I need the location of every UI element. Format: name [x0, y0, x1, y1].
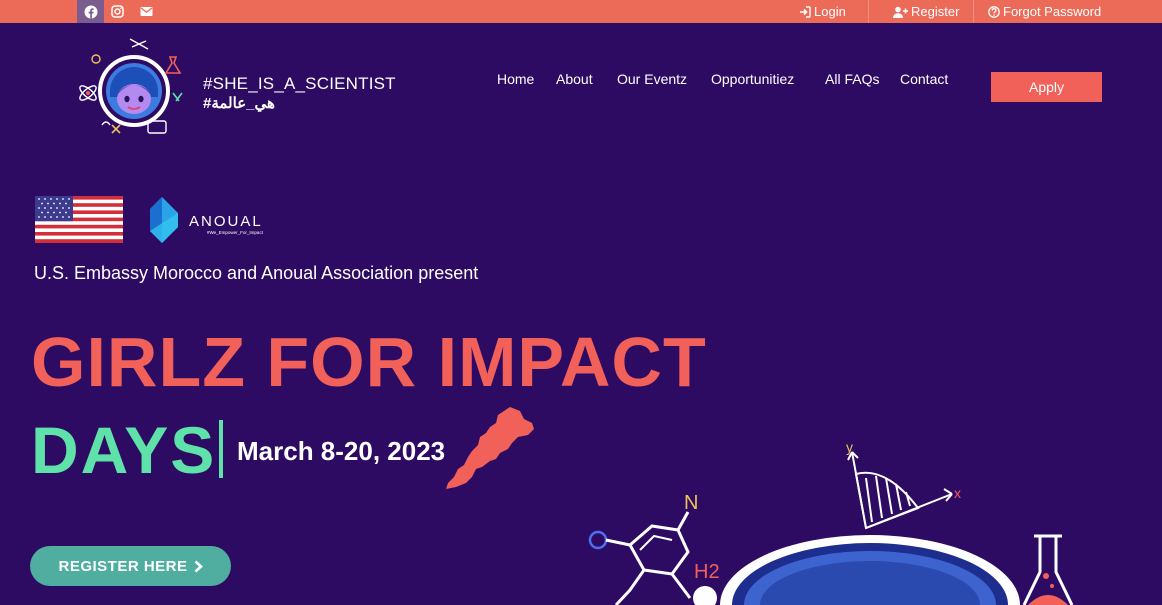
topbar-divider	[973, 0, 974, 23]
apply-button[interactable]: Apply	[991, 72, 1102, 102]
email-link[interactable]	[133, 0, 160, 23]
instagram-link[interactable]	[104, 0, 131, 23]
science-illustration: N H2 y x	[588, 439, 1074, 605]
us-flag-logo	[35, 196, 123, 243]
hero-title-line2: DAYS	[31, 413, 217, 487]
y-axis-label: y	[846, 439, 853, 455]
register-label: Register	[911, 4, 960, 19]
nav-about[interactable]: About	[556, 71, 593, 87]
facebook-icon	[84, 5, 98, 19]
anoual-logo-text: ANOUAL	[189, 213, 263, 230]
event-dates: March 8-20, 2023	[237, 436, 446, 466]
topbar-divider	[868, 0, 869, 23]
brand-name-english: #SHE_IS_A_SCIENTIST	[203, 74, 396, 93]
register-link[interactable]: Register	[893, 0, 959, 23]
nav-contact[interactable]: Contact	[900, 71, 948, 87]
h2-label: H2	[694, 561, 720, 583]
forgot-password-label: Forgot Password	[1003, 4, 1102, 19]
chevron-right-icon	[194, 560, 203, 573]
envelope-icon	[140, 6, 153, 17]
x-axis-label: x	[954, 485, 961, 501]
nav-all-faqs[interactable]: All FAQs	[825, 71, 879, 87]
presenters-line: U.S. Embassy Morocco and Anoual Associat…	[34, 263, 479, 283]
nitrogen-label: N	[684, 492, 698, 514]
morocco-map-illustration	[446, 407, 534, 489]
question-circle-icon	[988, 5, 1000, 18]
title-divider	[219, 420, 223, 478]
facebook-link[interactable]	[77, 0, 104, 23]
she-is-a-scientist-logo[interactable]	[72, 33, 192, 141]
hero-title-line1: GIRLZ FOR IMPACT	[31, 323, 707, 401]
login-label: Login	[814, 4, 846, 19]
anoual-logo: ANOUAL #We_Empower_For_Impact	[150, 197, 264, 243]
sign-in-icon	[799, 5, 811, 18]
brand-name-arabic: #هي_عالمة	[203, 95, 275, 112]
register-here-button[interactable]: REGISTER HERE	[30, 546, 231, 586]
login-link[interactable]: Login	[799, 0, 846, 23]
forgot-password-link[interactable]: Forgot Password	[988, 0, 1101, 23]
register-here-label: REGISTER HERE	[58, 557, 188, 575]
user-plus-icon	[893, 6, 908, 18]
nav-our-eventz[interactable]: Our Eventz	[617, 71, 687, 87]
instagram-icon	[111, 5, 124, 18]
nav-home[interactable]: Home	[497, 71, 534, 87]
anoual-logo-tagline: #We_Empower_For_Impact	[207, 230, 264, 235]
nav-opportunitiez[interactable]: Opportunitiez	[711, 71, 794, 87]
